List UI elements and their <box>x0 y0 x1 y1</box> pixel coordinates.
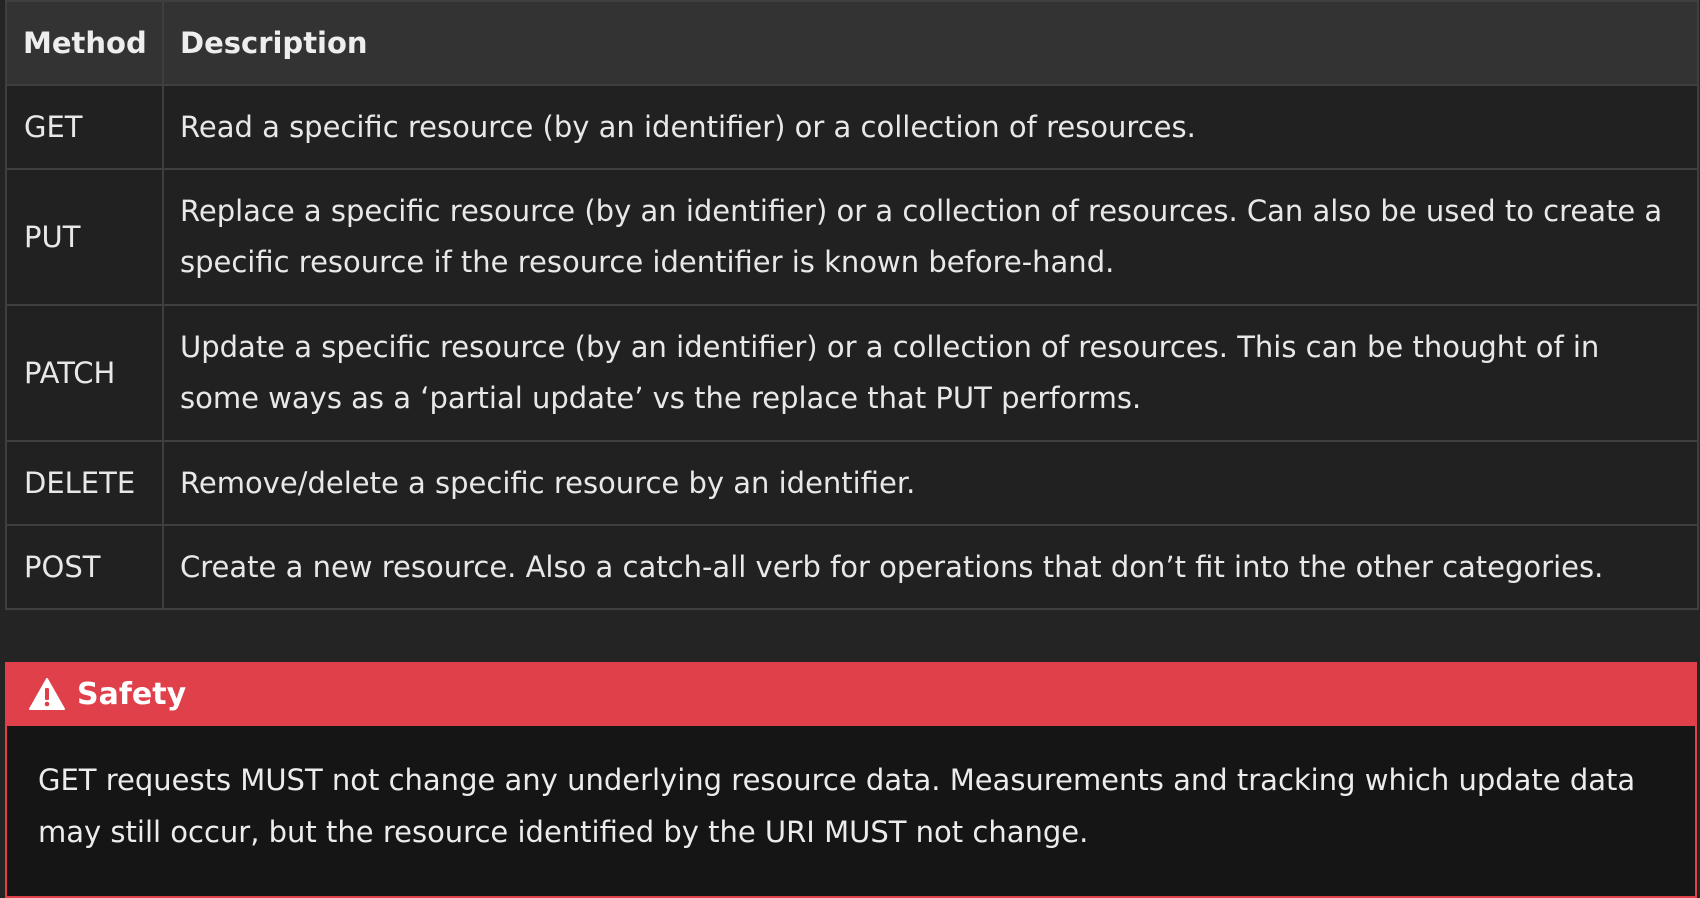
table-row: PUT Replace a specific resource (by an i… <box>5 168 1699 306</box>
table-row: GET Read a specific resource (by an iden… <box>5 84 1699 170</box>
safety-callout: Safety GET requests MUST not change any … <box>5 662 1697 898</box>
description-cell: Read a specific resource (by an identifi… <box>162 84 1699 170</box>
warning-icon <box>29 678 65 710</box>
description-cell: Remove/delete a specific resource by an … <box>162 440 1699 526</box>
methods-table-container: Method Description GET Read a specific r… <box>5 0 1699 610</box>
table-row: POST Create a new resource. Also a catch… <box>5 524 1699 610</box>
table-row: DELETE Remove/delete a specific resource… <box>5 440 1699 526</box>
method-cell: POST <box>5 524 164 610</box>
table-row: PATCH Update a specific resource (by an … <box>5 304 1699 442</box>
description-cell: Create a new resource. Also a catch-all … <box>162 524 1699 610</box>
method-cell: DELETE <box>5 440 164 526</box>
method-cell: GET <box>5 84 164 170</box>
column-header-description: Description <box>162 0 1699 86</box>
table-header-row: Method Description <box>5 0 1699 86</box>
callout-body-text: GET requests MUST not change any underly… <box>38 763 1636 849</box>
http-methods-table: Method Description GET Read a specific r… <box>5 0 1699 610</box>
description-cell: Update a specific resource (by an identi… <box>162 304 1699 442</box>
column-header-method: Method <box>5 0 164 86</box>
description-cell: Replace a specific resource (by an ident… <box>162 168 1699 306</box>
method-cell: PATCH <box>5 304 164 442</box>
callout-title: Safety <box>77 676 187 712</box>
method-cell: PUT <box>5 168 164 306</box>
callout-header: Safety <box>5 662 1697 726</box>
